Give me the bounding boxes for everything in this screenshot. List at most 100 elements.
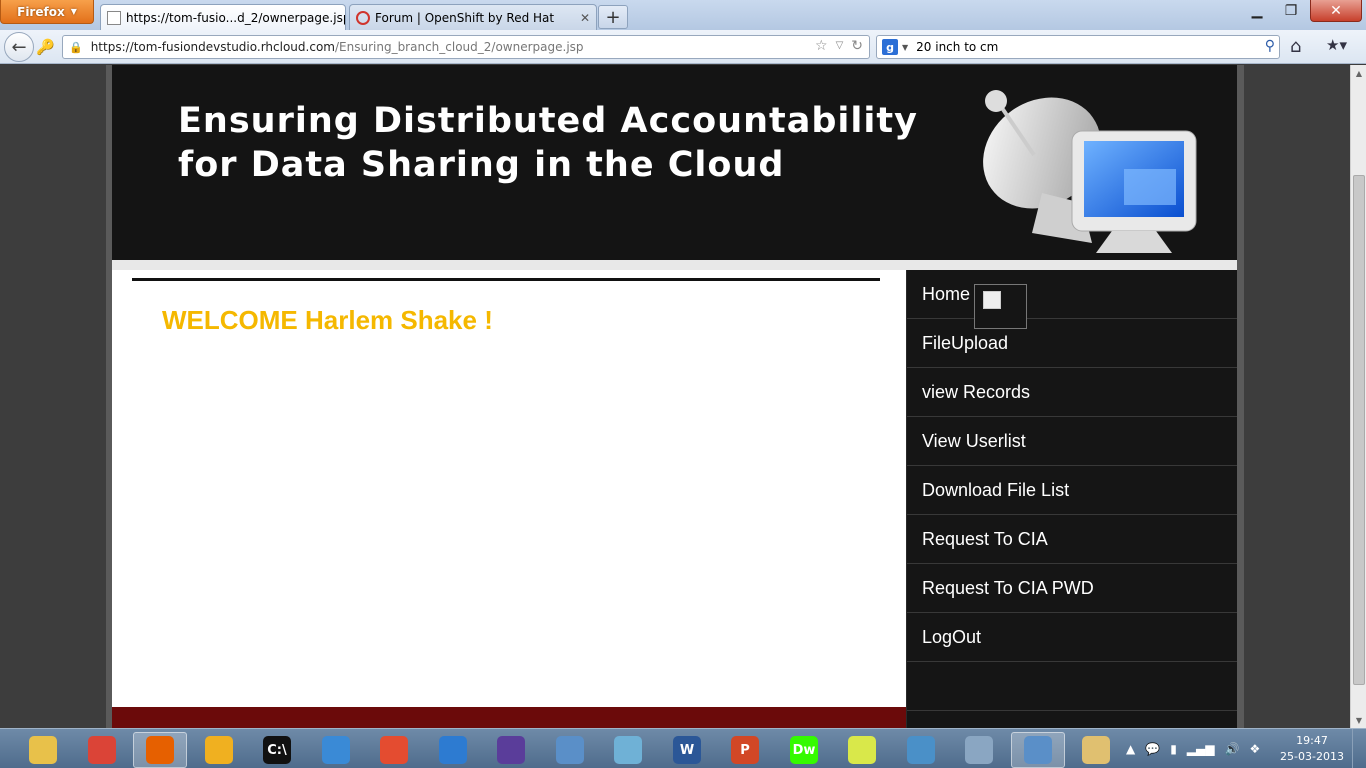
system-clock[interactable]: 19:47 25-03-2013 [1276, 733, 1348, 765]
bookmark-star-icon[interactable]: ☆ [815, 38, 828, 54]
taskbar-app-button[interactable]: C:\ [250, 732, 304, 768]
clock-time: 19:47 [1296, 734, 1328, 747]
reload-icon[interactable]: ↻ [851, 38, 863, 54]
tray-overflow-icon[interactable]: ▲ [1126, 742, 1135, 756]
back-arrow-icon: ← [11, 36, 27, 58]
taskbar-app-button[interactable]: P [718, 732, 772, 768]
new-tab-button[interactable]: + [598, 5, 628, 29]
page-favicon-icon [107, 10, 121, 25]
menu-item-logout[interactable]: LogOut [907, 613, 1237, 662]
sticky-notes-icon [848, 736, 876, 764]
taskbar-app-button[interactable] [484, 732, 538, 768]
system-tray: ▲ 💬 ▮ ▂▄▆ 🔊 ❖ [1126, 729, 1260, 768]
taskbar-app-button[interactable] [75, 732, 129, 768]
back-button[interactable]: ← [4, 32, 34, 62]
satellite-computer-icon [983, 90, 1197, 253]
firefox-menu-button[interactable]: Firefox ▼ [0, 0, 94, 24]
paint-icon [1082, 736, 1110, 764]
scroll-up-icon[interactable]: ▲ [1351, 65, 1366, 81]
url-dropdown-icon[interactable]: ▽ [836, 38, 844, 54]
control-panel-icon [907, 736, 935, 764]
virtualbox-icon [556, 736, 584, 764]
content-rule [132, 278, 880, 281]
vertical-scrollbar[interactable]: ▲ ▼ [1350, 65, 1366, 728]
notes-icon [614, 736, 642, 764]
menu-item-request-to-cia[interactable]: Request To CIA [907, 515, 1237, 564]
resource-monitor-icon [965, 736, 993, 764]
chrome-icon [88, 736, 116, 764]
taskbar-app-button[interactable] [543, 732, 597, 768]
taskbar-app-button[interactable] [835, 732, 889, 768]
url-host: https://tom-fusiondevstudio.rhcloud.com [90, 40, 335, 54]
dropdown-arrow-icon: ▼ [70, 7, 77, 16]
tab-ownerpage[interactable]: https://tom-fusio...d_2/ownerpage.jsp ✕ [100, 4, 346, 30]
network-chat-icon[interactable]: 💬 [1145, 742, 1160, 756]
sidebar-menu: Home FileUpload view Records View Userli… [906, 270, 1237, 728]
menu-item-view-userlist[interactable]: View Userlist [907, 417, 1237, 466]
menu-item-label: Request To CIA [922, 528, 1048, 549]
search-query: 20 inch to cm [916, 40, 999, 54]
site-identity-icon[interactable]: 🔑 [36, 38, 55, 56]
taskbar-app-button[interactable] [1011, 732, 1065, 768]
show-desktop-button[interactable] [1352, 729, 1366, 768]
battery-icon[interactable]: ▮ [1170, 742, 1177, 756]
scroll-thumb[interactable] [1353, 175, 1365, 685]
eclipse-icon [497, 736, 525, 764]
menu-item-label: Download File List [922, 479, 1070, 500]
taskbar-app-button[interactable] [1069, 732, 1123, 768]
main-content: WELCOME Harlem Shake ! [112, 270, 906, 707]
powerpoint-icon: P [731, 736, 759, 764]
tab-openshift-forum[interactable]: Forum | OpenShift by Red Hat ✕ [349, 4, 597, 30]
dropbox-icon[interactable]: ❖ [1249, 742, 1260, 756]
signal-icon[interactable]: ▂▄▆ [1187, 742, 1215, 756]
url-path: /Ensuring_branch_cloud_2/ownerpage.jsp [334, 40, 584, 54]
taskbar-app-button[interactable] [309, 732, 363, 768]
virtualbox-2-icon [1024, 736, 1052, 764]
menu-item-label: FileUpload [922, 332, 1009, 353]
lock-icon: 🔒 [69, 40, 83, 54]
tab-title: Forum | OpenShift by Red Hat [375, 10, 555, 25]
taskbar-app-button[interactable] [601, 732, 655, 768]
google-search-engine-icon[interactable]: g [882, 39, 898, 55]
taskbar-app-button[interactable]: Dw [777, 732, 831, 768]
taskbar-app-button[interactable] [192, 732, 246, 768]
taskbar-app-button[interactable] [894, 732, 948, 768]
welcome-message: WELCOME Harlem Shake ! [162, 305, 493, 335]
tab-close-icon[interactable]: ✕ [580, 11, 590, 25]
minimize-button[interactable]: ▁ [1240, 0, 1274, 22]
url-bar[interactable]: 🔒 https://tom-fusiondevstudio.rhcloud.co… [62, 35, 870, 59]
file-explorer-icon [29, 736, 57, 764]
search-bar[interactable]: g ▼ 20 inch to cm ⚲ [876, 35, 1280, 59]
menu-item-label: LogOut [922, 626, 982, 647]
menu-item-request-to-cia-pwd[interactable]: Request To CIA PWD [907, 564, 1237, 613]
taskbar-app-button[interactable] [16, 732, 70, 768]
menu-item-view-records[interactable]: view Records [907, 368, 1237, 417]
taskbar-app-button[interactable] [952, 732, 1006, 768]
search-magnifier-icon[interactable]: ⚲ [1265, 38, 1275, 54]
menu-item-label: view Records [922, 381, 1031, 402]
search-engine-dropdown-icon[interactable]: ▼ [902, 43, 908, 52]
firefox-icon [146, 736, 174, 764]
home-icon[interactable]: ⌂ [1290, 36, 1301, 57]
taskbar-app-button[interactable]: W [660, 732, 714, 768]
windows-taskbar: C:\ W P Dw ▲ 💬 ▮ ▂▄▆ 🔊 ❖ 19:47 25-03-2013 [0, 728, 1366, 768]
close-window-button[interactable]: ✕ [1310, 0, 1362, 22]
site-wrapper: Ensuring Distributed Accountability for … [106, 65, 1244, 728]
puzzle-app-icon [205, 736, 233, 764]
restore-button[interactable]: ❐ [1274, 0, 1308, 22]
menu-item-empty [907, 662, 1237, 711]
site-header: Ensuring Distributed Accountability for … [112, 65, 1237, 260]
taskbar-app-button[interactable] [367, 732, 421, 768]
site-title-line2: for Data Sharing in the Cloud [178, 145, 785, 185]
dreamweaver-icon: Dw [790, 736, 818, 764]
taskbar-app-button[interactable] [426, 732, 480, 768]
firefox-menu-label: Firefox [17, 4, 65, 19]
scroll-down-icon[interactable]: ▼ [1351, 712, 1366, 728]
menu-item-home[interactable]: Home [907, 270, 1237, 329]
browser-titlebar: Firefox ▼ https://tom-fusio...d_2/ownerp… [0, 0, 1366, 30]
taskbar-app-button[interactable] [133, 732, 187, 768]
volume-icon[interactable]: 🔊 [1224, 742, 1239, 756]
menu-item-fileupload[interactable]: FileUpload [907, 319, 1237, 368]
menu-item-download-file-list[interactable]: Download File List [907, 466, 1237, 515]
bookmarks-menu-icon[interactable]: ★▾ [1326, 36, 1347, 54]
